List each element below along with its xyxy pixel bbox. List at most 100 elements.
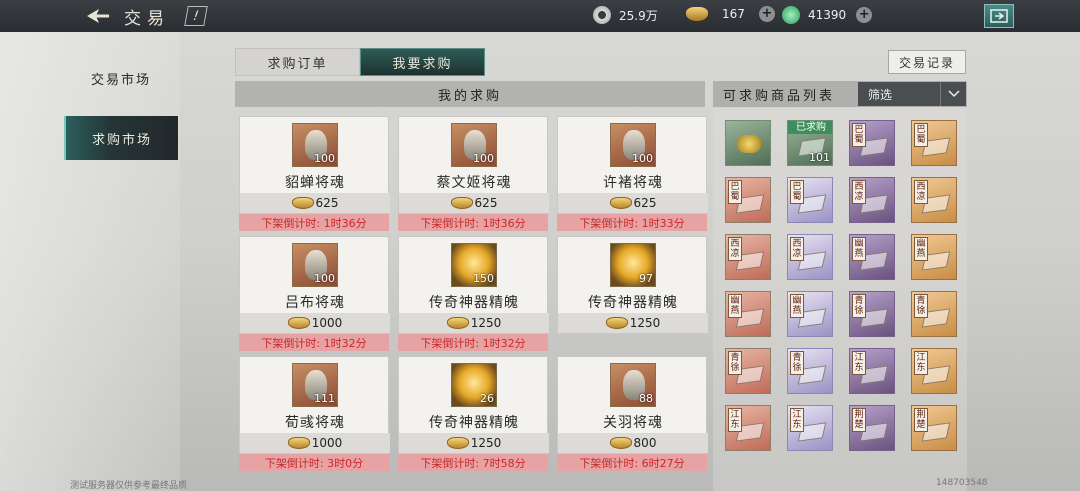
order-countdown: 下架倒计时: 7时58分 [398, 454, 548, 471]
goods-item[interactable]: 幽燕 [849, 234, 895, 280]
back-arrow-icon [87, 9, 109, 23]
order-price: 800 [558, 433, 708, 453]
order-card-body: 100 许褚将魂 625 [557, 116, 708, 214]
order-price: 1000 [240, 433, 390, 453]
order-card[interactable]: 88 关羽将魂 800 下架倒计时: 6时27分 [557, 356, 708, 472]
add-ingot-button[interactable]: + [758, 6, 775, 22]
order-price: 1250 [558, 313, 708, 333]
artifact-essence-icon: 97 [610, 243, 656, 287]
gold-ingot-icon [609, 437, 632, 449]
order-item-name: 蔡文姬将魂 [436, 175, 512, 191]
order-price-value: 800 [633, 436, 657, 450]
goods-grid: 已求购 101 巴蜀 巴蜀 巴蜀 巴蜀 西凉 西凉 西凉 西凉 幽燕 幽燕 幽燕 幽燕 青徐 青徐 青徐 青徐 江东… [713, 108, 967, 491]
goods-item[interactable]: 幽燕 [787, 291, 833, 337]
order-card[interactable]: 100 许褚将魂 625 下架倒计时: 1时33分 [557, 116, 708, 232]
order-card-body: 26 传奇神器精魄 1250 [398, 356, 549, 454]
order-item-name: 传奇神器精魄 [429, 295, 519, 311]
order-price: 625 [558, 193, 708, 213]
add-jade-button[interactable]: + [856, 7, 873, 23]
goods-item[interactable]: 江东 [787, 405, 833, 451]
goods-item[interactable]: 幽燕 [911, 234, 957, 280]
order-card[interactable]: 100 吕布将魂 1000 下架倒计时: 1时32分 [239, 236, 390, 352]
order-countdown: 下架倒计时: 1时36分 [398, 214, 548, 231]
goods-item[interactable]: 西凉 [725, 234, 771, 280]
back-button[interactable] [78, 0, 118, 32]
goods-item[interactable]: 西凉 [911, 177, 957, 223]
goods-item[interactable]: 巴蜀 [725, 177, 771, 223]
order-card[interactable]: 100 貂蝉将魂 625 下架倒计时: 1时36分 [239, 116, 390, 232]
order-quantity: 111 [314, 392, 335, 405]
region-tag: 巴蜀 [790, 180, 804, 204]
tab-my-purchase[interactable]: 我要求购 [360, 48, 485, 76]
goods-list-header: 可求购商品列表 筛选 [713, 81, 967, 107]
general-soul-icon: 100 [451, 123, 497, 167]
order-countdown: 下架倒计时: 3时0分 [239, 454, 389, 471]
gold-ingot-icon [609, 197, 632, 209]
trade-record-button[interactable]: 交易记录 [888, 50, 966, 74]
order-price: 625 [399, 193, 549, 213]
goods-item[interactable]: 已求购 101 [787, 120, 833, 166]
order-card[interactable]: 26 传奇神器精魄 1250 下架倒计时: 7时58分 [398, 356, 549, 472]
goods-item[interactable]: 巴蜀 [849, 120, 895, 166]
goods-item[interactable]: 幽燕 [725, 291, 771, 337]
goods-item[interactable]: 江东 [849, 348, 895, 394]
order-card-body: 100 貂蝉将魂 625 [239, 116, 390, 214]
gold-ore-icon [737, 135, 761, 153]
goods-item[interactable]: 荆楚 [849, 405, 895, 451]
region-tag: 西凉 [914, 180, 928, 204]
tab-purchase-orders[interactable]: 求购订单 [235, 48, 360, 76]
region-tag: 幽燕 [914, 237, 928, 261]
footer-id: 148703548 [936, 478, 988, 488]
region-tag: 江东 [852, 351, 866, 375]
order-card[interactable]: 100 蔡文姬将魂 625 下架倒计时: 1时36分 [398, 116, 549, 232]
order-item-name: 传奇神器精魄 [588, 295, 678, 311]
info-icon[interactable]: ! [184, 6, 208, 26]
goods-item[interactable]: 江东 [725, 405, 771, 451]
order-card[interactable]: 97 传奇神器精魄 1250 [557, 236, 708, 352]
exit-button[interactable] [984, 4, 1014, 28]
general-soul-icon: 100 [292, 123, 338, 167]
order-item-name: 许褚将魂 [603, 175, 663, 191]
order-price-value: 1250 [470, 316, 502, 330]
artifact-essence-icon: 150 [451, 243, 497, 287]
order-countdown: 下架倒计时: 6时27分 [557, 454, 707, 471]
region-tag: 巴蜀 [914, 123, 928, 147]
region-tag: 江东 [790, 408, 804, 432]
goods-item[interactable]: 青徐 [787, 348, 833, 394]
order-card-body: 100 蔡文姬将魂 625 [398, 116, 549, 214]
order-item-name: 荀彧将魂 [285, 415, 345, 431]
region-tag: 巴蜀 [852, 123, 866, 147]
footer-disclaimer: 测试服务器仅供参考最终品质 [70, 481, 188, 491]
goods-item[interactable]: 巴蜀 [787, 177, 833, 223]
order-countdown: 下架倒计时: 1时32分 [239, 334, 389, 351]
gold-ingot-icon [291, 197, 314, 209]
order-card[interactable]: 111 荀彧将魂 1000 下架倒计时: 3时0分 [239, 356, 390, 472]
goods-item[interactable]: 巴蜀 [911, 120, 957, 166]
goods-item[interactable]: 青徐 [911, 291, 957, 337]
page-title: 交易 [124, 8, 170, 29]
order-card[interactable]: 150 传奇神器精魄 1250 下架倒计时: 1时32分 [398, 236, 549, 352]
order-price: 625 [240, 193, 390, 213]
order-price-value: 1000 [311, 316, 343, 330]
filter-dropdown[interactable]: 筛选 [858, 82, 966, 106]
gold-ingot-icon [287, 437, 310, 449]
region-tag: 青徐 [728, 351, 742, 375]
order-price-value: 625 [474, 196, 498, 210]
goods-item[interactable]: 荆楚 [911, 405, 957, 451]
goods-item[interactable]: 江东 [911, 348, 957, 394]
goods-item[interactable]: 西凉 [849, 177, 895, 223]
general-soul-icon: 100 [292, 243, 338, 287]
order-card-body: 97 传奇神器精魄 1250 [557, 236, 708, 334]
goods-item[interactable]: 青徐 [725, 348, 771, 394]
order-price-value: 1250 [629, 316, 661, 330]
nav-item-purchase-market[interactable]: 求购市场 [64, 116, 178, 160]
tab-bar: 求购订单 我要求购 [235, 48, 485, 76]
nav-item-trade-market[interactable]: 交易市场 [64, 56, 178, 100]
goods-item[interactable]: 青徐 [849, 291, 895, 337]
goods-item[interactable]: 西凉 [787, 234, 833, 280]
order-price: 1250 [399, 433, 549, 453]
goods-item[interactable] [725, 120, 771, 166]
goods-list-title: 可求购商品列表 [723, 89, 836, 104]
order-card-body: 111 荀彧将魂 1000 [239, 356, 390, 454]
region-tag: 西凉 [790, 237, 804, 261]
